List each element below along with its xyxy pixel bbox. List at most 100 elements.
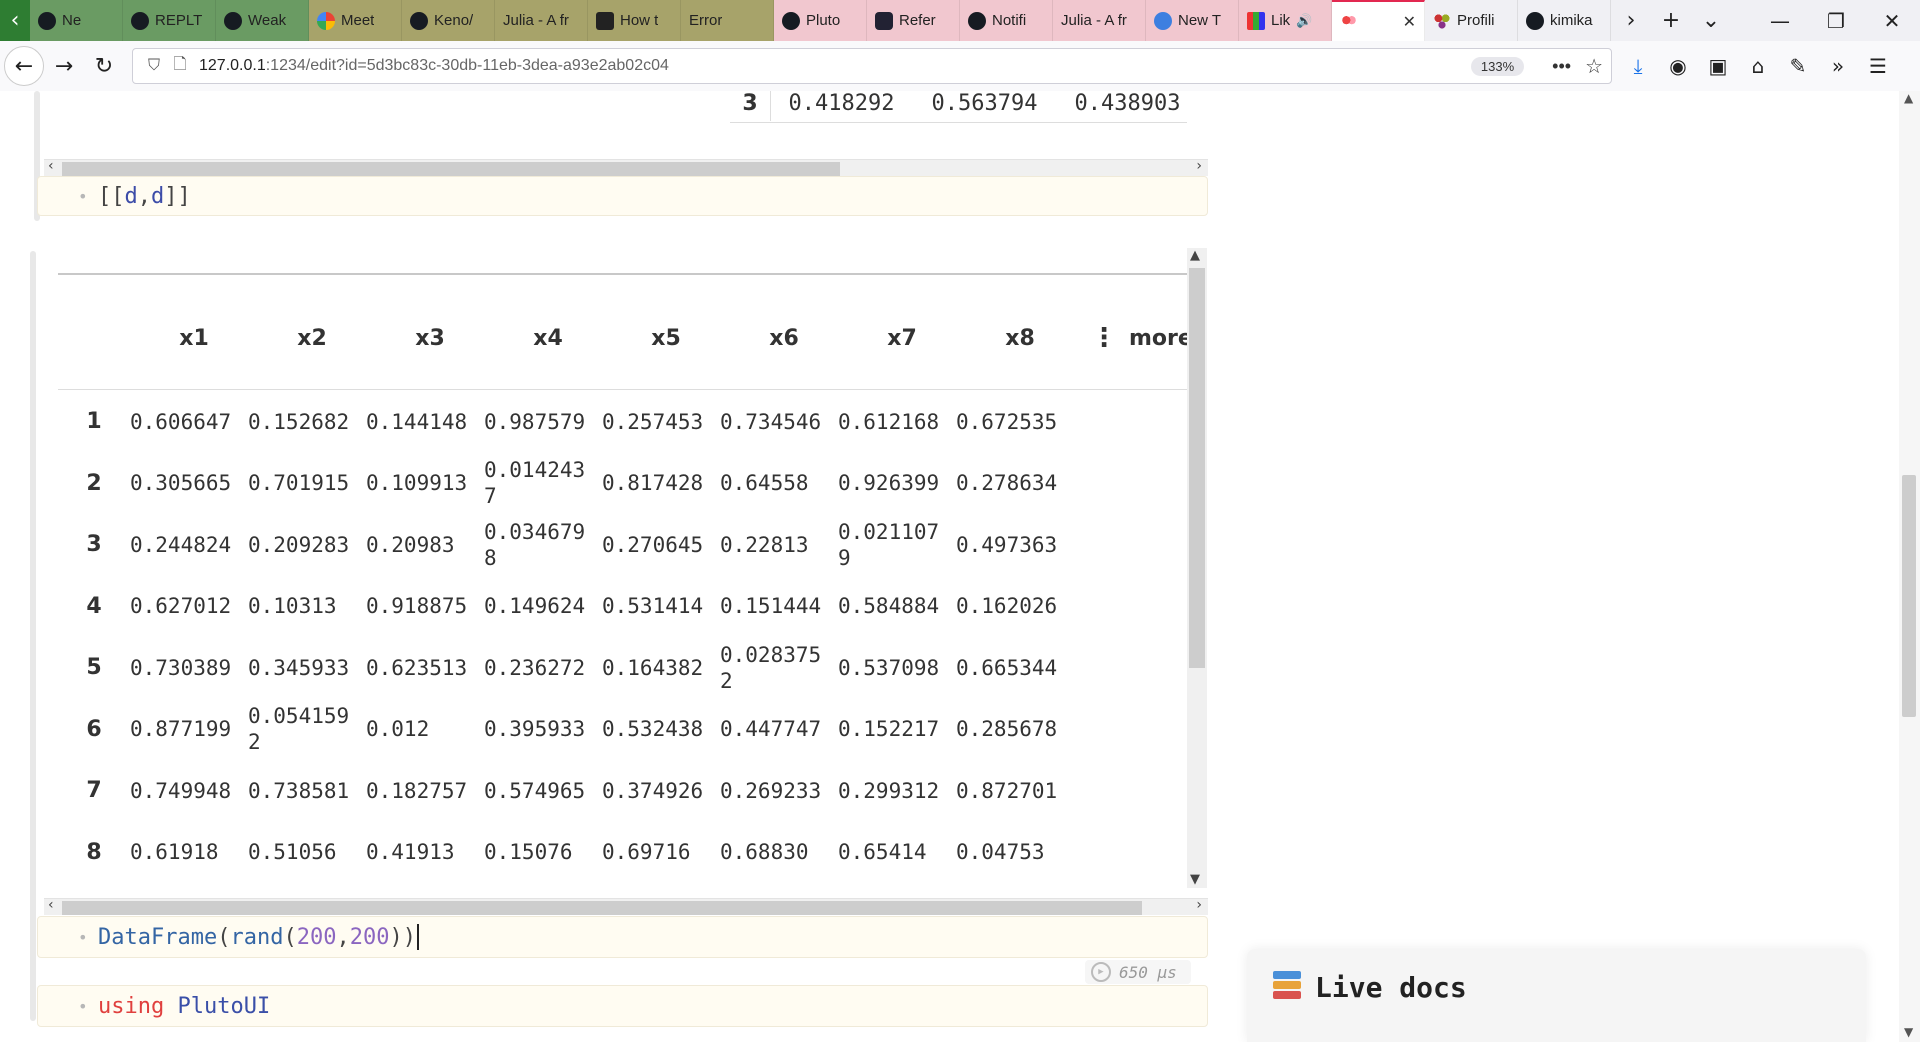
table-cell: 0.149624 [484,594,586,619]
table-cell: 0.497363 [956,532,1058,557]
code-function: rand [230,924,284,950]
tab[interactable]: Meet [309,0,402,41]
tab[interactable]: Profili [1425,0,1518,41]
extension-avatar-icon[interactable]: ◉ [1658,54,1698,78]
more-columns-kebab-icon[interactable]: ⋮ [1079,323,1129,353]
home-icon[interactable]: ⌂ [1738,54,1778,78]
scrollbar-thumb[interactable] [62,901,1142,915]
restore-icon[interactable]: ❐ [1808,9,1864,33]
dataframe-vertical-scrollbar[interactable]: ▲ ▼ [1187,248,1207,888]
code-cell-using[interactable]: • using PlutoUI [37,985,1208,1027]
column-header[interactable]: x4 [489,326,607,351]
more-columns-label[interactable]: more [1129,326,1193,351]
tab[interactable]: Julia - A fr [1053,0,1146,41]
column-header[interactable]: x2 [253,326,371,351]
run-cell-icon[interactable]: ▶ [1091,962,1111,982]
table-cell: 0.612168 [838,409,940,434]
tab[interactable]: Notifi [960,0,1053,41]
tab[interactable]: Lik 🔊 [1239,0,1332,41]
column-header[interactable]: x7 [843,326,961,351]
close-window-icon[interactable]: ✕ [1864,9,1920,33]
cell-runtime[interactable]: ▶ 650 μs [1085,960,1191,984]
table-cell: 0.665344 [956,655,1058,680]
tab-label: Julia - A fr [1061,12,1127,29]
page-actions-icon[interactable]: ••• [1552,56,1571,77]
page-vertical-scrollbar[interactable]: ▲ ▼ [1899,91,1920,1042]
download-icon[interactable]: ⤓ [1618,54,1658,78]
tab[interactable]: Refer [867,0,960,41]
tab[interactable]: Julia - A fr [495,0,588,41]
table-row: 8 0.61918 0.51056 0.41913 0.15076 0.69716 0.68… [58,822,1074,884]
tab[interactable]: How t [588,0,681,41]
more-tools-icon[interactable]: » [1818,54,1858,78]
extension-icon[interactable]: ✎ [1778,54,1818,78]
scroll-tabs-right-icon[interactable]: › [1611,8,1651,33]
table-cell: 0.584884 [838,594,940,619]
code-token: ( [217,924,231,950]
column-header[interactable]: x3 [371,326,489,351]
speaker-icon[interactable]: 🔊 [1296,13,1312,29]
page-info-icon[interactable]: 🗋 [167,53,193,80]
live-docs-panel[interactable]: Live docs [1247,949,1866,1042]
table-cell: 0.627012 [130,594,232,619]
table-cell: 0.0142437 [484,458,586,509]
scroll-up-icon[interactable]: ▲ [1190,248,1200,263]
tab[interactable]: Pluto [774,0,867,41]
scrollbar-thumb[interactable] [1902,475,1916,717]
scroll-left-icon[interactable]: ‹ [48,158,54,174]
bookmark-star-icon[interactable]: ☆ [1585,54,1603,79]
row-index: 3 [86,532,102,558]
scroll-right-icon[interactable]: › [1196,158,1202,174]
tab-active[interactable]: ✕ [1332,0,1425,41]
minimize-icon[interactable]: — [1752,9,1808,33]
zoom-level-badge[interactable]: 133% [1470,56,1525,76]
scroll-tabs-left-icon[interactable]: ‹ [0,0,30,41]
firefox-icon [1154,11,1172,30]
tab[interactable]: REPLT [123,0,216,41]
code-cell-dataframe[interactable]: • DataFrame(rand(200, 200)) [37,916,1208,958]
cell-bullet: • [78,996,88,1016]
tab[interactable]: Keno/ [402,0,495,41]
close-tab-icon[interactable]: ✕ [1403,12,1416,32]
scrollbar-thumb[interactable] [62,162,840,176]
scroll-down-icon[interactable]: ▼ [1190,872,1200,887]
forward-button[interactable]: → [44,46,84,86]
menu-icon[interactable]: ☰ [1858,54,1898,78]
pluto-icon [1340,12,1358,31]
toolbar-extensions: ⤓ ◉ ▣ ⌂ ✎ » ☰ [1618,54,1898,78]
tab[interactable]: Ne [30,0,123,41]
column-header[interactable]: x6 [725,326,843,351]
column-header[interactable]: x5 [607,326,725,351]
scroll-left-icon[interactable]: ‹ [48,897,54,913]
table-cell: 0.278634 [956,471,1058,496]
table-cell: 0.574965 [484,778,586,803]
notion-icon[interactable]: ▣ [1698,54,1738,78]
list-all-tabs-icon[interactable]: ⌄ [1691,8,1731,33]
profiling-icon [1433,11,1451,30]
tab[interactable]: kimika [1518,0,1611,41]
scroll-down-icon[interactable]: ▼ [1904,1025,1913,1039]
tab[interactable]: Weak [216,0,309,41]
horizontal-scrollbar[interactable]: ‹ › [44,158,1208,176]
scrollbar-thumb[interactable] [1189,268,1205,668]
tab-label: Error [689,12,723,29]
new-tab-icon[interactable]: + [1651,8,1691,33]
back-button[interactable]: ← [4,46,44,86]
table-cell: 0.182757 [366,778,468,803]
tab[interactable]: New T [1146,0,1239,41]
shield-icon[interactable]: ⛉ [141,57,167,75]
column-header[interactable]: x1 [135,326,253,351]
dataframe-horizontal-scrollbar[interactable]: ‹ › [44,897,1208,915]
table-cell: 0.531414 [602,594,704,619]
table-cell: 0.109913 [366,471,468,496]
tab-label: Weak [248,12,287,29]
table-cell: 0.730389 [130,655,232,680]
url-bar[interactable]: ⛉ 🗋 127.0.0.1:1234/edit?id=5d3bc83c-30db… [132,48,1612,84]
code-cell-dd[interactable]: • [[d, d]] [37,176,1208,216]
column-header[interactable]: x8 [961,326,1079,351]
url-text[interactable]: 127.0.0.1:1234/edit?id=5d3bc83c-30db-11e… [199,57,669,75]
scroll-up-icon[interactable]: ▲ [1904,91,1913,105]
scroll-right-icon[interactable]: › [1196,897,1202,913]
reload-button[interactable]: ↻ [84,46,124,86]
tab[interactable]: Error [681,0,774,41]
